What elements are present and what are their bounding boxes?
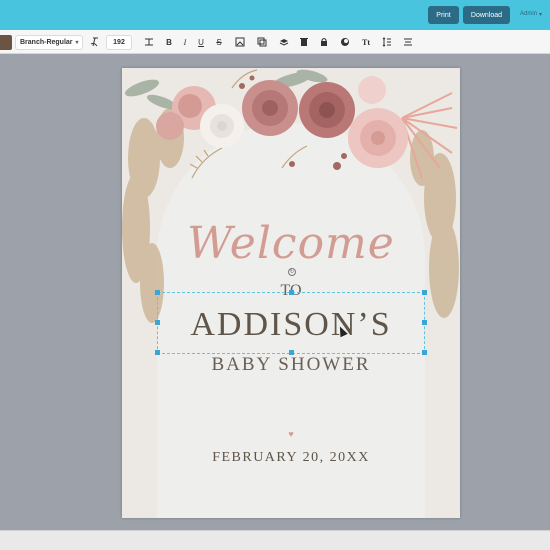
date-text[interactable]: FEBRUARY 20, 20XX [122, 450, 460, 466]
bottom-bar [0, 530, 550, 550]
underline-icon[interactable]: U [195, 36, 207, 48]
selection-box[interactable] [155, 290, 427, 355]
align-icon[interactable] [402, 36, 414, 48]
delete-icon[interactable] [298, 36, 310, 48]
top-bar: Print Download Admin ▾ [0, 0, 550, 30]
image-icon[interactable] [234, 36, 246, 48]
resize-handle[interactable] [422, 290, 427, 295]
heart-icon: ♥ [288, 429, 294, 439]
text-effects-icon[interactable] [89, 36, 101, 48]
print-button[interactable]: Print [428, 6, 459, 24]
font-size-input[interactable]: 192 [106, 35, 132, 50]
chevron-down-icon: ▾ [75, 40, 79, 46]
download-button[interactable]: Download [463, 6, 510, 24]
text-transform-icon[interactable]: Tt [360, 36, 372, 48]
design-canvas[interactable]: Welcome ↻ TO ADDISON’S BABY SHOWER ♥ FEB… [122, 68, 460, 518]
bold-icon[interactable]: B [163, 36, 175, 48]
resize-handle[interactable] [289, 290, 294, 295]
baby-shower-text[interactable]: BABY SHOWER [122, 354, 460, 376]
admin-menu[interactable]: Admin ▾ [520, 11, 542, 18]
welcome-heading[interactable]: Welcome [122, 218, 460, 269]
chevron-down-icon: ▾ [539, 12, 543, 18]
duplicate-icon[interactable] [256, 36, 268, 48]
color-fill-icon[interactable] [339, 36, 351, 48]
resize-handle[interactable] [422, 320, 427, 325]
color-swatch[interactable] [0, 35, 12, 50]
italic-icon[interactable]: I [179, 36, 191, 48]
rotate-handle-icon[interactable]: ↻ [288, 268, 296, 276]
admin-label: Admin [520, 11, 538, 17]
font-family-select[interactable]: Branch-Regular ▾ [15, 35, 83, 50]
layers-icon[interactable] [278, 36, 290, 48]
letter-spacing-icon[interactable] [143, 36, 155, 48]
line-height-icon[interactable] [381, 36, 393, 48]
strikethrough-icon[interactable]: S [213, 36, 225, 48]
resize-handle[interactable] [155, 320, 160, 325]
lock-icon[interactable] [318, 36, 330, 48]
font-family-value: Branch-Regular [20, 39, 73, 46]
resize-handle[interactable] [155, 290, 160, 295]
text-toolbar: Branch-Regular ▾ 192 B I U S Tt [0, 30, 550, 54]
